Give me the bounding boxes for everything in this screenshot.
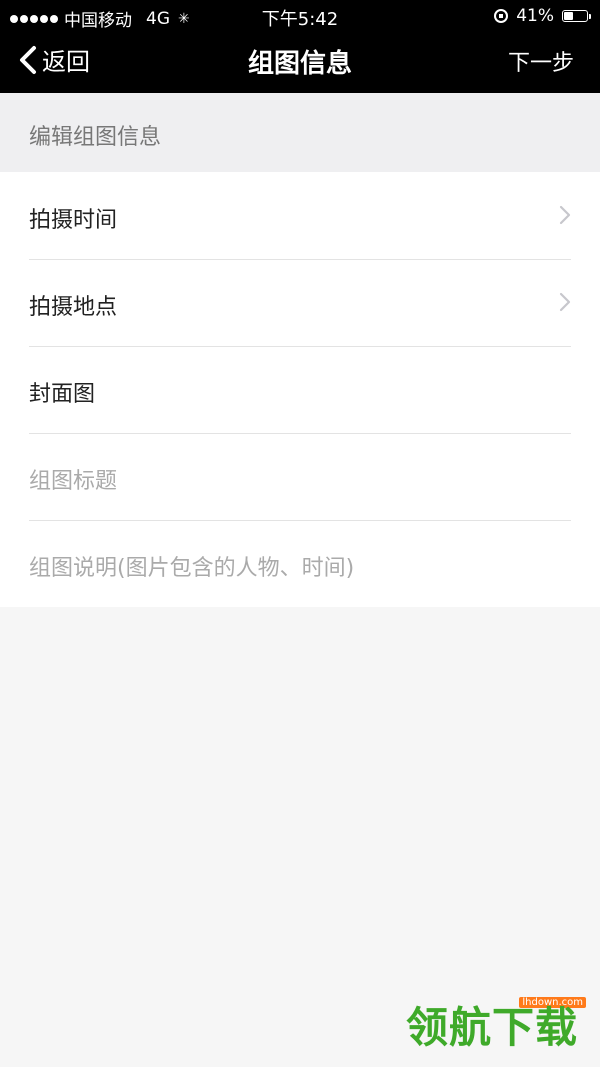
group-title-placeholder: 组图标题	[29, 469, 118, 494]
chevron-right-icon	[559, 292, 571, 312]
watermark-logo: lhdown.com 领航下载	[404, 995, 592, 1055]
battery-percent: 41%	[516, 6, 554, 26]
top-bar: 中国移动 4G ✳ 下午5:42 41% 返回 组图信息 下一步	[0, 0, 600, 93]
battery-icon	[562, 10, 591, 22]
shooting-time-label: 拍摄时间	[29, 208, 118, 233]
chevron-right-icon	[559, 205, 571, 225]
next-step-button[interactable]: 下一步	[508, 45, 574, 77]
cover-image-label: 封面图	[29, 382, 96, 407]
watermark-text: 领航下载	[406, 1003, 579, 1052]
group-title-input[interactable]: 组图标题	[29, 433, 571, 520]
status-right: 41%	[494, 6, 591, 26]
section-header: 编辑组图信息	[0, 93, 600, 172]
list-item-shooting-time[interactable]: 拍摄时间	[29, 172, 571, 259]
rotation-lock-icon	[494, 9, 509, 23]
list-item-shooting-location[interactable]: 拍摄地点	[29, 259, 571, 346]
group-info-list: 拍摄时间 拍摄地点 封面图 组图标题 组图说明(图片包含的人物、时间)	[0, 172, 600, 607]
group-description-input[interactable]: 组图说明(图片包含的人物、时间)	[29, 520, 571, 607]
navigation-bar: 返回 组图信息 下一步	[0, 32, 600, 93]
status-bar: 中国移动 4G ✳ 下午5:42 41%	[0, 0, 600, 32]
battery-fill	[564, 12, 573, 20]
list-item-cover-image[interactable]: 封面图	[29, 346, 571, 433]
group-description-placeholder: 组图说明(图片包含的人物、时间)	[29, 556, 355, 581]
section-header-label: 编辑组图信息	[29, 125, 162, 150]
shooting-location-label: 拍摄地点	[29, 295, 118, 320]
